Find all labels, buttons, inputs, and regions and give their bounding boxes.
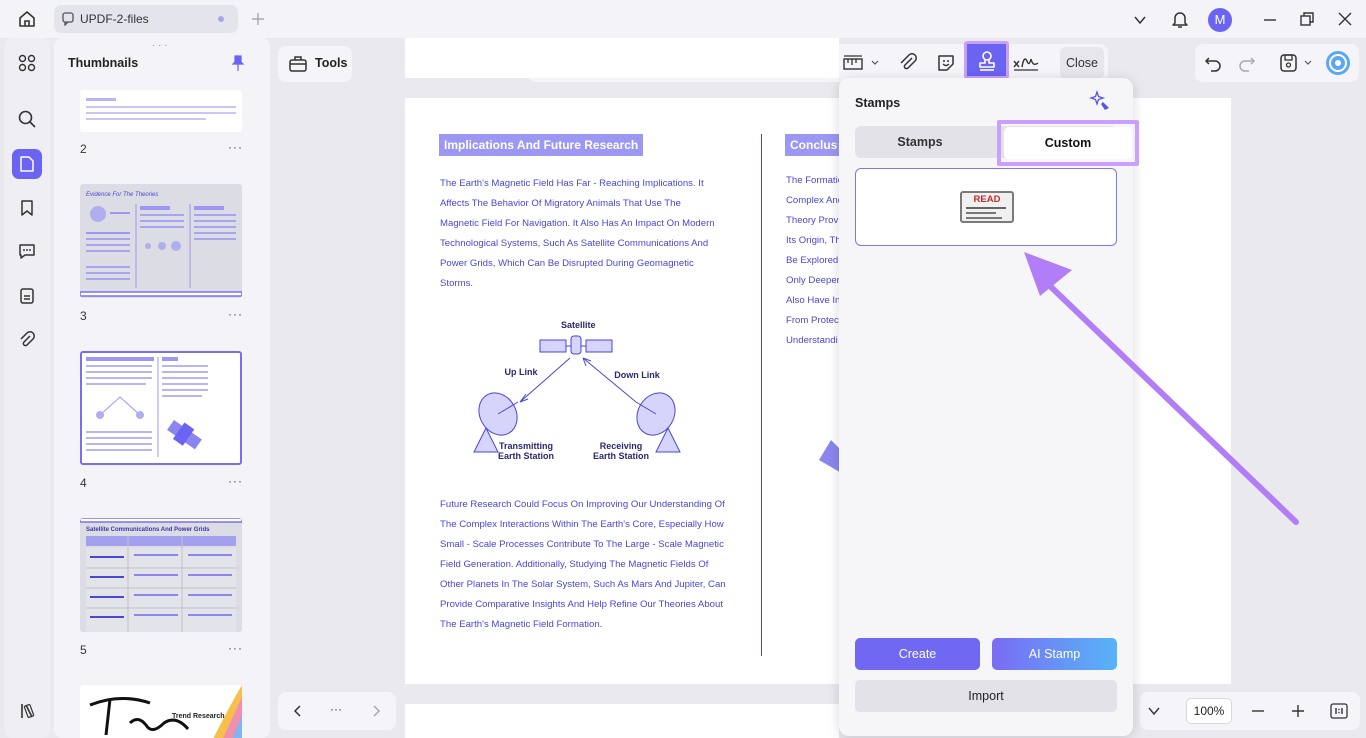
downlink-label: Down Link: [614, 370, 660, 380]
document-tab-icon: [62, 12, 74, 26]
page-nav-bar: ···: [278, 692, 396, 730]
signature-tool-icon[interactable]: [1012, 51, 1040, 75]
measure-tool-icon[interactable]: [842, 51, 880, 75]
ai-assistant-icon[interactable]: [1325, 50, 1351, 76]
toolbox-icon: [288, 54, 308, 74]
section-heading: Implications And Future Research: [439, 134, 644, 156]
attach-tool-icon[interactable]: [898, 51, 918, 75]
read-stamp-text: READ: [973, 194, 1001, 205]
annotation-arrow: [1020, 248, 1310, 528]
stamp-tool-button[interactable]: [964, 41, 1009, 79]
read-stamp-image[interactable]: READ: [960, 191, 1014, 223]
tools-label: Tools: [315, 56, 348, 70]
next-page-fragment: [405, 704, 839, 738]
receiving-label: Receiving Earth Station: [592, 441, 649, 461]
page-more-button[interactable]: ···: [228, 641, 243, 655]
unsaved-dot-icon[interactable]: [218, 16, 224, 22]
comments-icon[interactable]: [12, 236, 42, 266]
body-paragraph: Future Research Could Focus On Improving…: [440, 499, 726, 630]
zoom-chevron-down-icon[interactable]: [1146, 703, 1162, 719]
custom-stamp-card[interactable]: READ: [855, 168, 1117, 246]
document-tab[interactable]: UPDF-2-files: [54, 5, 238, 33]
tools-button[interactable]: Tools: [278, 46, 352, 82]
chevron-down-icon[interactable]: [1132, 12, 1148, 28]
ai-stamp-button[interactable]: AI Stamp: [992, 638, 1117, 670]
thumbnails-title: Thumbnails: [68, 56, 139, 70]
search-icon[interactable]: [12, 104, 42, 134]
page-number-label: 2: [80, 142, 87, 156]
pin-icon[interactable]: [230, 54, 246, 72]
zoom-out-icon[interactable]: [1250, 703, 1266, 719]
page-thumbnail-4[interactable]: [80, 351, 242, 465]
new-tab-icon[interactable]: [250, 11, 266, 27]
create-stamp-button[interactable]: Create: [855, 638, 980, 670]
page-more-button[interactable]: ···: [228, 140, 243, 154]
apps-grid-icon[interactable]: [12, 48, 42, 78]
save-icon[interactable]: [1279, 53, 1313, 73]
home-icon[interactable]: [17, 9, 37, 29]
thumbnails-icon[interactable]: [12, 149, 42, 179]
section-heading: Conclus: [785, 134, 843, 156]
thumbnails-panel: · · · Thumbnails 2 ··· Evidence For The …: [54, 38, 270, 738]
bell-icon[interactable]: [1171, 9, 1189, 29]
column-divider: [761, 134, 762, 656]
bookmark-icon[interactable]: [12, 193, 42, 223]
ai-sparkle-stamp-icon[interactable]: [1089, 90, 1111, 112]
uplink-label: Up Link: [504, 367, 538, 377]
avatar[interactable]: M: [1208, 8, 1232, 32]
thumb3-title: Evidence For The Theories: [86, 192, 158, 198]
thumb5-title: Satellite Communications And Power Grids: [86, 527, 210, 533]
tab-custom-label: Custom: [1004, 127, 1132, 159]
page-number-label: 5: [80, 643, 87, 657]
stamps-segmented-control: Stamps Custom: [855, 120, 1139, 166]
document-tab-title: UPDF-2-files: [80, 12, 149, 26]
layers-icon[interactable]: [12, 696, 42, 726]
sticker-tool-icon[interactable]: [936, 51, 956, 75]
redo-icon[interactable]: [1237, 53, 1257, 73]
close-window-icon[interactable]: [1337, 11, 1353, 27]
restore-icon[interactable]: [1299, 11, 1315, 27]
minimize-icon[interactable]: [1262, 12, 1278, 28]
page-thumbnail-2[interactable]: [80, 90, 242, 132]
page-number-label: 3: [80, 309, 87, 323]
zoom-in-icon[interactable]: [1290, 703, 1306, 719]
undo-icon[interactable]: [1203, 53, 1223, 73]
page-more-button[interactable]: ···: [228, 474, 243, 488]
attachments-list-icon[interactable]: [12, 281, 42, 311]
transmitting-label: Transmitting Earth Station: [497, 441, 554, 461]
close-button[interactable]: Close: [1060, 47, 1104, 79]
page-nav-more[interactable]: ···: [330, 702, 342, 716]
page-more-button[interactable]: ···: [228, 307, 243, 321]
actual-size-icon[interactable]: [1330, 703, 1348, 719]
stamps-panel-title: Stamps: [855, 96, 901, 110]
next-page-icon[interactable]: [368, 703, 384, 719]
body-paragraph: The Earth's Magnetic Field Has Far - Rea…: [440, 178, 715, 289]
tab-stamps[interactable]: Stamps: [855, 126, 985, 158]
satellite-icon: [539, 335, 613, 355]
previous-page-fragment: [405, 38, 839, 78]
zoom-bar: 100%: [1140, 692, 1360, 730]
page-thumbnail-3[interactable]: Evidence For The Theories: [80, 184, 242, 298]
tab-custom[interactable]: Custom: [997, 120, 1139, 166]
stamp-icon: [977, 50, 997, 72]
zoom-level-field[interactable]: 100%: [1186, 698, 1232, 724]
body-paragraph: The Formatio Complex And Theory Prov Its…: [786, 175, 844, 346]
right-toolbar: [1195, 44, 1359, 82]
previous-page-icon[interactable]: [290, 703, 306, 719]
import-stamp-button[interactable]: Import: [855, 680, 1117, 712]
drag-handle[interactable]: · · ·: [152, 40, 168, 51]
thumb6-text: Trend Research: [172, 713, 225, 720]
satellite-label: Satellite: [561, 320, 596, 330]
page-number-label: 4: [80, 476, 87, 490]
paperclip-icon[interactable]: [12, 325, 42, 355]
left-rail: [4, 38, 50, 738]
page-thumbnail-6[interactable]: Trend Research: [80, 685, 242, 738]
page-thumbnail-5[interactable]: Satellite Communications And Power Grids: [80, 518, 242, 632]
